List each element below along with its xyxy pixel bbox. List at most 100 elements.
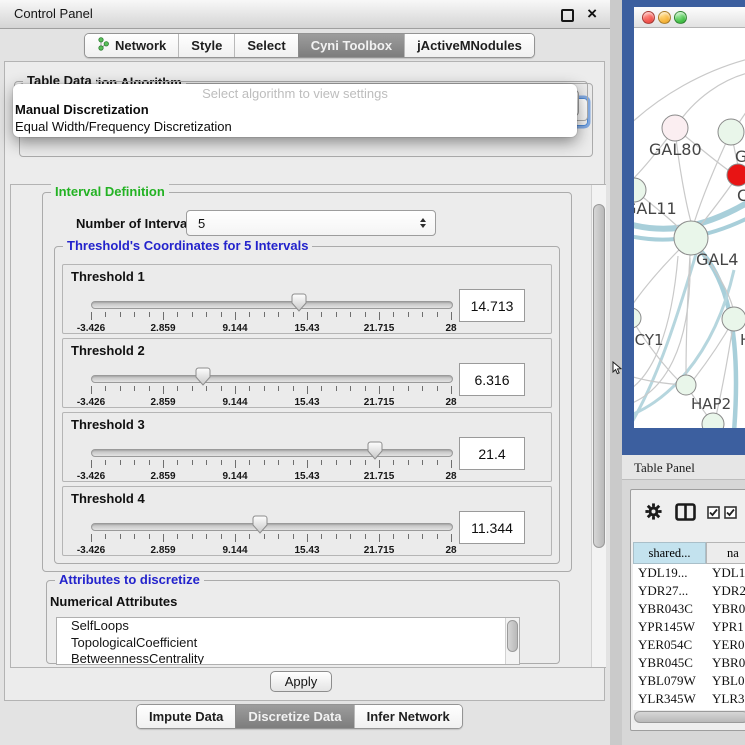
attributes-scrollbar-thumb[interactable] — [507, 620, 518, 652]
apply-button[interactable]: Apply — [270, 671, 332, 692]
tick-mark — [365, 534, 366, 539]
attribute-item-betweennesscentrality[interactable]: BetweennessCentrality — [57, 651, 519, 665]
tab-label: Infer Network — [367, 709, 450, 724]
tick-mark — [134, 386, 135, 391]
tick-mark — [422, 460, 423, 465]
threshold-value-field[interactable]: 14.713 — [459, 289, 525, 322]
tab-jactivemnodules[interactable]: jActiveMNodules — [404, 34, 534, 57]
threshold-value-field[interactable]: 11.344 — [459, 511, 525, 544]
table-hscrollbar-thumb[interactable] — [634, 711, 745, 723]
algorithm-popup-hint: Select algorithm to view settings — [13, 86, 577, 101]
table-row[interactable]: YDL19...YDL1 — [633, 564, 745, 582]
gal80-node[interactable] — [662, 115, 688, 141]
table-horizontal-scrollbar[interactable] — [633, 710, 745, 723]
slider-thumb[interactable] — [252, 515, 268, 534]
slider-track[interactable] — [91, 449, 453, 457]
table-row[interactable]: YBL079WYBL0 — [633, 672, 745, 690]
threshold-slider[interactable]: -3.4262.8599.14415.4321.71528 — [91, 291, 451, 335]
table-row[interactable]: YLR345WYLR3 — [633, 690, 745, 708]
tick-mark — [91, 312, 92, 320]
threshold-value-field[interactable]: 6.316 — [459, 363, 525, 396]
slider-track[interactable] — [91, 523, 453, 531]
attribute-item-selfloops[interactable]: SelfLoops — [57, 618, 519, 635]
tick-mark — [177, 312, 178, 317]
tab-style[interactable]: Style — [178, 34, 234, 57]
minimize-traffic-light-icon[interactable] — [658, 11, 671, 24]
tick-mark — [206, 386, 207, 391]
slider-thumb[interactable] — [367, 441, 383, 460]
slider-ticks — [91, 312, 451, 322]
interval-definition-title: Interval Definition — [51, 184, 169, 199]
tick-mark — [278, 534, 279, 539]
tab-impute-data[interactable]: Impute Data — [137, 705, 235, 728]
table-row[interactable]: YBR045CYBR0 — [633, 654, 745, 672]
tab-cyni-toolbox[interactable]: Cyni Toolbox — [298, 34, 404, 57]
columns-icon[interactable] — [675, 503, 696, 526]
slider-track[interactable] — [91, 301, 453, 309]
tick-label: 15.43 — [294, 471, 319, 482]
tab-label: Select — [247, 38, 285, 53]
checkbox-icon[interactable] — [724, 506, 737, 524]
tick-mark — [422, 534, 423, 539]
tab-network[interactable]: Network — [85, 34, 178, 57]
float-window-icon[interactable] — [561, 9, 574, 22]
tick-mark — [321, 312, 322, 317]
threshold-value-field[interactable]: 21.4 — [459, 437, 525, 470]
column-header-name[interactable]: na — [706, 542, 745, 564]
table-panel-title: Table Panel — [634, 455, 695, 480]
threshold-box-2: Threshold 2-3.4262.8599.14415.4321.71528… — [62, 338, 552, 408]
settings-scrollbar-thumb[interactable] — [593, 204, 605, 548]
tab-select[interactable]: Select — [234, 34, 297, 57]
close-traffic-light-icon[interactable] — [642, 11, 655, 24]
threshold-slider[interactable]: -3.4262.8599.14415.4321.71528 — [91, 513, 451, 557]
network-canvas[interactable]: GAL80GACGAL11GAL4GCY1HHAP2 — [634, 28, 745, 428]
hap2-node[interactable] — [676, 375, 696, 395]
algorithm-option-manual-discretization[interactable]: Manual Discretization — [15, 102, 149, 117]
tick-mark — [365, 312, 366, 317]
h-node[interactable] — [722, 307, 745, 331]
zoom-traffic-light-icon[interactable] — [674, 11, 687, 24]
slider-thumb[interactable] — [291, 293, 307, 312]
tick-mark — [350, 460, 351, 465]
tick-label: 2.859 — [150, 545, 175, 556]
tab-infer-network[interactable]: Infer Network — [354, 705, 462, 728]
table-row[interactable]: YDR27...YDR2 — [633, 582, 745, 600]
settings-vertical-scrollbar[interactable] — [591, 185, 606, 667]
tick-mark — [365, 386, 366, 391]
table-row[interactable]: YBR043CYBR0 — [633, 600, 745, 618]
algorithm-option-equal-width-frequency-discretization[interactable]: Equal Width/Frequency Discretization — [15, 119, 232, 134]
tab-label: Network — [115, 38, 166, 53]
attribute-item-topologicalcoefficient[interactable]: TopologicalCoefficient — [57, 635, 519, 652]
tick-label: 2.859 — [150, 323, 175, 334]
gear-icon[interactable] — [644, 502, 663, 526]
checkbox-icon[interactable] — [707, 506, 720, 524]
threshold-slider[interactable]: -3.4262.8599.14415.4321.71528 — [91, 365, 451, 409]
close-icon[interactable]: × — [587, 0, 597, 28]
tick-mark — [321, 460, 322, 465]
tick-mark — [422, 312, 423, 317]
threshold-slider[interactable]: -3.4262.8599.14415.4321.71528 — [91, 439, 451, 483]
gcy1-node[interactable] — [634, 308, 641, 328]
tick-mark — [437, 534, 438, 539]
c-node[interactable] — [727, 164, 745, 186]
attributes-list-scrollbar[interactable] — [505, 618, 519, 664]
column-header-shared-name[interactable]: shared... — [633, 542, 706, 564]
slider-thumb[interactable] — [195, 367, 211, 386]
cell-name: YLR3 — [712, 691, 745, 707]
tick-mark — [365, 460, 366, 465]
tick-mark — [105, 460, 106, 465]
network-window-titlebar[interactable] — [634, 7, 745, 28]
numerical-attributes-list[interactable]: SelfLoopsTopologicalCoefficientBetweenne… — [56, 617, 520, 665]
tick-mark — [177, 386, 178, 391]
unnamed-node[interactable] — [702, 413, 724, 428]
table-row[interactable]: YER054CYER0 — [633, 636, 745, 654]
tick-label: 21.715 — [364, 397, 395, 408]
table-row[interactable]: YPR145WYPR1 — [633, 618, 745, 636]
slider-track[interactable] — [91, 375, 453, 383]
tick-label: 28 — [445, 545, 456, 556]
tick-mark — [307, 312, 308, 320]
number-of-intervals-combobox[interactable]: 5 — [186, 210, 436, 236]
ga-node[interactable] — [718, 119, 744, 145]
tab-discretize-data[interactable]: Discretize Data — [235, 705, 353, 728]
combo-arrows-icon — [420, 218, 426, 228]
